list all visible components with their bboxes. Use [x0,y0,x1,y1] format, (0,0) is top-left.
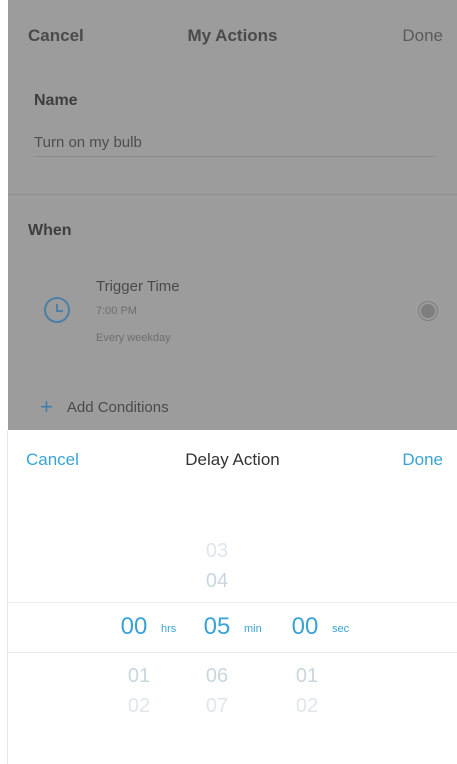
hours-unit-label: hrs [161,623,177,635]
picker-selection-top-line [8,602,457,603]
trigger-repeat: Every weekday [96,332,171,344]
minutes-option[interactable]: 06 [197,665,237,688]
add-conditions-label: Add Conditions [66,399,169,416]
seconds-unit-label: sec [332,623,350,635]
minutes-unit-label: min [244,623,262,635]
plus-icon: + [40,394,53,419]
background-nav-bar: Cancel My Actions Done [8,0,457,70]
background-done-button: Done [402,26,443,45]
settings-gear-icon [421,304,435,318]
seconds-option[interactable]: 02 [287,695,327,718]
minutes-option[interactable]: 04 [197,570,237,593]
minutes-selected-value[interactable]: 05 [192,613,242,641]
trigger-title: Trigger Time [96,278,180,295]
name-field-underline [34,156,435,157]
sheet-done-button[interactable]: Done [402,450,443,470]
seconds-option[interactable]: 01 [287,665,327,688]
sheet-title: Delay Action [185,450,280,469]
name-field: Turn on my bulb [34,134,142,151]
hours-option[interactable]: 01 [119,665,159,688]
minutes-option[interactable]: 03 [197,540,237,563]
background-title: My Actions [187,26,278,45]
seconds-selected-value[interactable]: 00 [280,613,330,641]
picker-selection-bottom-line [8,652,457,653]
add-conditions-row: + Add Conditions [40,392,169,419]
delay-action-sheet: Cancel Delay Action Done 00 hrs 01 02 03… [8,430,457,764]
hours-selected-value[interactable]: 00 [109,613,159,641]
hours-option[interactable]: 02 [119,695,159,718]
when-label: When [28,222,72,239]
name-label: Name [34,92,78,109]
duration-picker[interactable]: 00 hrs 01 02 03 04 05 min 06 07 00 sec 0… [8,520,457,750]
clock-icon [44,297,70,323]
minutes-option[interactable]: 07 [197,695,237,718]
section-divider [8,194,457,195]
trigger-time: 7:00 PM [96,305,137,317]
background-screen: Cancel My Actions Done Name Turn on my b… [8,0,457,430]
